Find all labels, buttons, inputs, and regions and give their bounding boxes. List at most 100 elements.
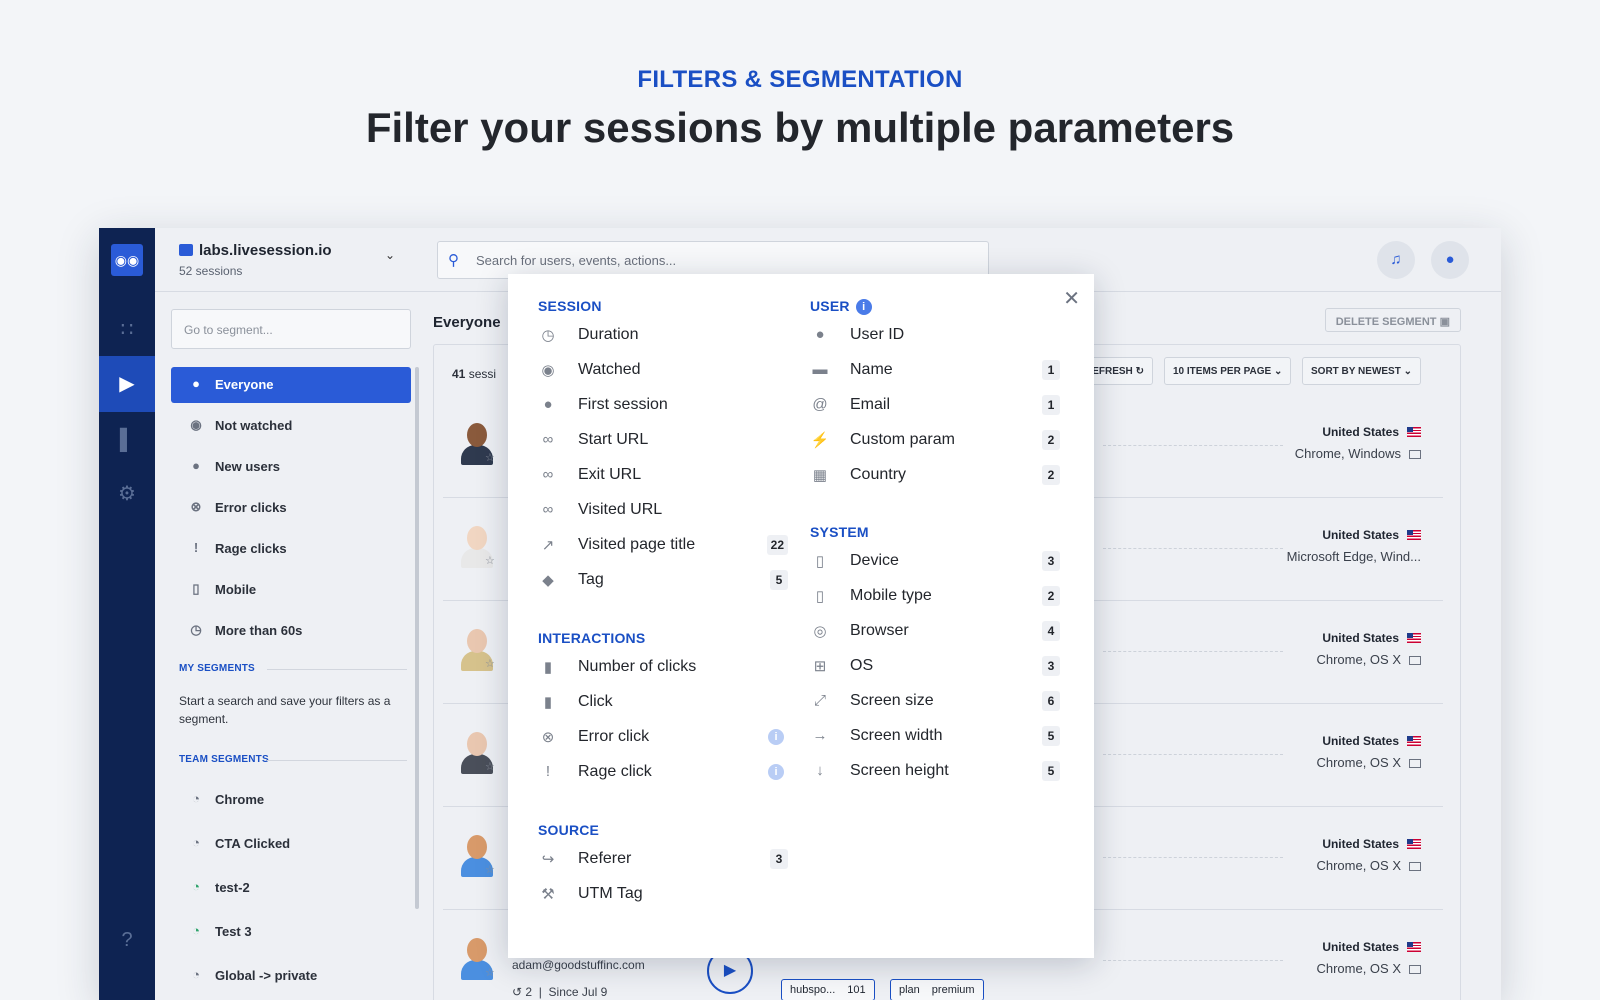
star-icon[interactable]: ☆ xyxy=(485,657,495,670)
help-icon[interactable]: ? xyxy=(99,912,155,968)
trash-icon: ▣ xyxy=(1440,316,1450,328)
star-icon[interactable]: ☆ xyxy=(485,451,495,464)
chevron-down-icon[interactable]: ⌄ xyxy=(385,248,395,262)
filter-item-label: Custom param xyxy=(850,431,955,449)
team-segment-cta-clicked[interactable]: ◔CTA Clicked xyxy=(171,826,411,862)
bell-icon[interactable]: ♫ xyxy=(1377,241,1415,279)
filter-item[interactable]: ↪Referer3 xyxy=(534,844,788,874)
filter-item[interactable]: ⚒UTM Tag xyxy=(534,879,788,909)
filter-item-label: Exit URL xyxy=(578,466,641,484)
star-icon[interactable]: ☆ xyxy=(485,966,495,979)
monitor-icon xyxy=(1409,450,1421,459)
filter-item[interactable]: ▯Device3 xyxy=(806,546,1060,576)
browser-os-label: Chrome, OS X xyxy=(1316,858,1421,873)
filter-item[interactable]: ∞Exit URL xyxy=(534,460,788,490)
sidebar-item-everyone[interactable]: ●Everyone xyxy=(171,367,411,403)
gear-icon[interactable]: ⚙ xyxy=(99,466,155,522)
filter-item-label: Error click xyxy=(578,728,649,746)
filter-item[interactable]: →Screen width5 xyxy=(806,721,1060,751)
filter-item[interactable]: ⤢Screen size6 xyxy=(806,686,1060,716)
filter-item[interactable]: ↓Screen height5 xyxy=(806,756,1060,786)
sidebar-item-mobile[interactable]: ▯Mobile xyxy=(171,572,411,608)
mobile-icon: ▯ xyxy=(187,581,205,597)
filter-item[interactable]: @Email1 xyxy=(806,390,1060,420)
sort-select[interactable]: SORT BY NEWEST ⌄ xyxy=(1302,357,1421,385)
star-icon[interactable]: ☆ xyxy=(485,863,495,876)
filter-item[interactable]: ∞Start URL xyxy=(534,425,788,455)
team-segment-test-3[interactable]: ◔Test 3 xyxy=(171,914,411,950)
search-placeholder: Search for users, events, actions... xyxy=(476,253,676,268)
team-segment-chrome[interactable]: ◔Chrome xyxy=(171,782,411,818)
apps-grid-icon[interactable]: ∷ xyxy=(99,302,155,358)
filter-item-label: Click xyxy=(578,693,613,711)
info-icon[interactable]: i xyxy=(856,299,872,315)
star-icon[interactable]: ☆ xyxy=(485,554,495,567)
delete-segment-button[interactable]: DELETE SEGMENT ▣ xyxy=(1325,308,1461,332)
sidebar-item-not-watched[interactable]: ◉Not watched xyxy=(171,408,411,444)
browser-os-label: Chrome, Windows xyxy=(1295,446,1421,461)
team-segment-test-2[interactable]: ◔test-2 xyxy=(171,870,411,906)
user-heading-label: USER xyxy=(810,298,850,314)
filter-item[interactable]: ◎Browser4 xyxy=(806,616,1060,646)
filter-item[interactable]: ●First session xyxy=(534,390,788,420)
pie-icon: ◔ xyxy=(187,835,205,850)
at-icon: @ xyxy=(810,396,830,413)
filter-item-label: Referer xyxy=(578,850,631,868)
filter-item[interactable]: ▮Click xyxy=(534,687,788,717)
external-link-icon: ↗ xyxy=(538,536,558,554)
map-icon: ▦ xyxy=(810,466,830,484)
filter-item[interactable]: ∞Visited URL xyxy=(534,495,788,525)
items-per-page-select[interactable]: 10 ITEMS PER PAGE ⌄ xyxy=(1164,357,1291,385)
filter-item[interactable]: ▯Mobile type2 xyxy=(806,581,1060,611)
user-email[interactable]: adam@goodstuffinc.com xyxy=(512,958,645,972)
avatar: ☆ xyxy=(461,835,493,877)
filter-item[interactable]: ⊞OS3 xyxy=(806,651,1060,681)
sidebar-item-error-clicks[interactable]: ⊗Error clicks xyxy=(171,490,411,526)
avatar: ☆ xyxy=(461,938,493,980)
filter-item[interactable]: ⚡Custom param2 xyxy=(806,425,1060,455)
filter-item-label: Country xyxy=(850,466,906,484)
left-rail: ◉◉ ∷ ▶ ▌ ⚙ ? xyxy=(99,228,155,1000)
filter-item[interactable]: !Rage clicki xyxy=(534,757,788,787)
filter-item[interactable]: ◆Tag5 xyxy=(534,565,788,595)
browser-os-label: Microsoft Edge, Wind... xyxy=(1287,549,1421,564)
voicemail-logo-icon[interactable]: ◉◉ xyxy=(111,244,143,276)
country-label: United States xyxy=(1322,528,1421,542)
site-selector[interactable]: labs.livesession.io xyxy=(179,242,332,259)
avatar-head xyxy=(467,732,487,756)
info-icon[interactable]: i xyxy=(768,764,784,780)
team-segment-global-private[interactable]: ◔Global -> private xyxy=(171,958,411,994)
filter-item-label: Mobile type xyxy=(850,587,932,605)
country-label: United States xyxy=(1322,425,1421,439)
sidebar-item-label: Global -> private xyxy=(215,968,317,983)
filter-count-badge: 5 xyxy=(770,570,788,590)
us-flag-icon xyxy=(1407,427,1421,437)
sidebar-item-new-users[interactable]: ●New users xyxy=(171,449,411,485)
filter-item[interactable]: ◉Watched xyxy=(534,355,788,385)
filter-item[interactable]: ⊗Error clicki xyxy=(534,722,788,752)
user-icon[interactable]: ● xyxy=(1431,241,1469,279)
link-icon: ∞ xyxy=(538,431,558,448)
filter-item[interactable]: ↗Visited page title22 xyxy=(534,530,788,560)
filter-item[interactable]: ▦Country2 xyxy=(806,460,1060,490)
system-heading: SYSTEM xyxy=(810,524,869,540)
sidebar-item-rage-clicks[interactable]: !Rage clicks xyxy=(171,531,411,567)
video-camera-icon[interactable]: ▶ xyxy=(99,356,155,412)
filter-item[interactable]: ▮Number of clicks xyxy=(534,652,788,682)
session-heading: SESSION xyxy=(538,298,602,314)
property-chip[interactable]: hubspo...101 xyxy=(781,979,875,1000)
timeline-divider xyxy=(1103,754,1283,755)
bar-chart-icon[interactable]: ▌ xyxy=(99,412,155,468)
sidebar-item-more-than-60s[interactable]: ◷More than 60s xyxy=(171,613,411,649)
filter-item-label: OS xyxy=(850,657,873,675)
filter-item[interactable]: ▬Name1 xyxy=(806,355,1060,385)
star-icon[interactable]: ☆ xyxy=(485,760,495,773)
my-segments-hint: Start a search and save your filters as … xyxy=(179,692,399,728)
filter-item[interactable]: ●User ID xyxy=(806,320,1060,350)
segment-search-input[interactable]: Go to segment... xyxy=(171,309,411,349)
info-icon[interactable]: i xyxy=(768,729,784,745)
close-icon[interactable]: ✕ xyxy=(1063,286,1080,311)
property-chip[interactable]: planpremium xyxy=(890,979,984,1000)
filter-count-badge: 4 xyxy=(1042,621,1060,641)
filter-item[interactable]: ◷Duration xyxy=(534,320,788,350)
